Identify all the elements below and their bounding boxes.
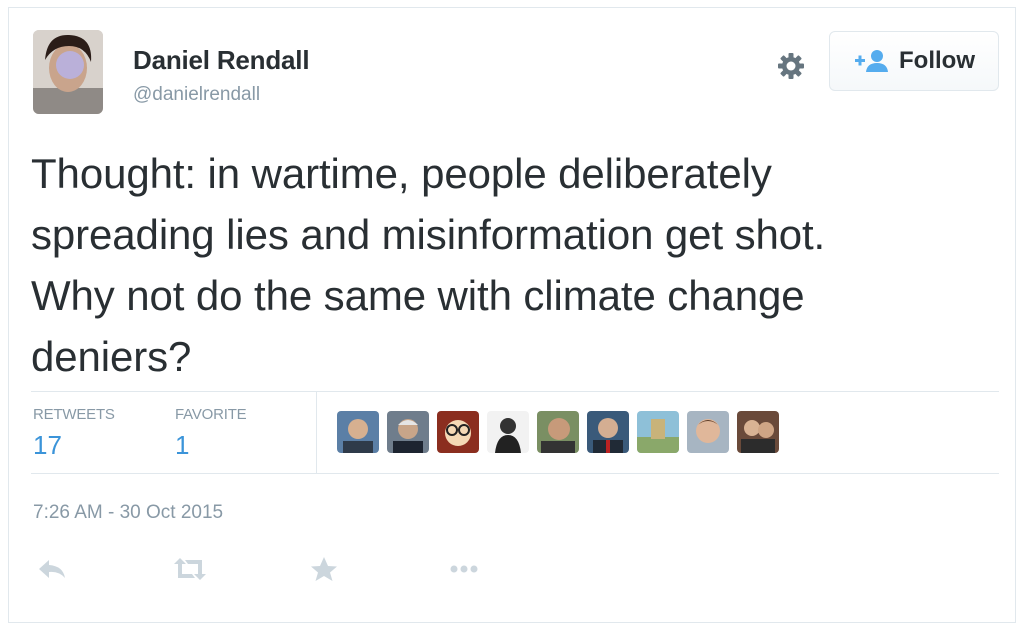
stats-bottom-divider bbox=[31, 473, 999, 474]
tweet-text-line: spreading lies and misinformation get sh… bbox=[31, 211, 826, 258]
engager-avatars bbox=[337, 411, 779, 453]
avatar-4[interactable] bbox=[487, 411, 529, 453]
avatar-6[interactable] bbox=[587, 411, 629, 453]
follow-person-icon bbox=[853, 49, 889, 73]
retweets-count[interactable]: 17 bbox=[33, 430, 62, 461]
reply-icon[interactable] bbox=[37, 556, 67, 582]
retweets-label: RETWEETS bbox=[33, 406, 115, 423]
tweet-text: Thought: in wartime, people deliberately… bbox=[31, 143, 991, 387]
more-icon[interactable] bbox=[449, 556, 479, 582]
favorites-count[interactable]: 1 bbox=[175, 430, 189, 461]
follow-button[interactable]: Follow bbox=[829, 31, 999, 91]
user-avatar[interactable] bbox=[33, 30, 103, 114]
tweet-timestamp[interactable]: 7:26 AM - 30 Oct 2015 bbox=[33, 502, 223, 524]
avatar-7[interactable] bbox=[637, 411, 679, 453]
avatar-2[interactable] bbox=[387, 411, 429, 453]
user-handle[interactable]: @danielrendall bbox=[133, 84, 260, 106]
favorites-label: FAVORITE bbox=[175, 406, 247, 423]
tweet-text-line: deniers? bbox=[31, 333, 192, 380]
tweet-card: Daniel Rendall @danielrendall Follow Tho… bbox=[8, 7, 1016, 623]
gear-icon[interactable] bbox=[775, 50, 807, 82]
avatar-image bbox=[33, 30, 103, 114]
avatar-3[interactable] bbox=[437, 411, 479, 453]
follow-label: Follow bbox=[899, 47, 975, 74]
avatar-1[interactable] bbox=[337, 411, 379, 453]
user-display-name[interactable]: Daniel Rendall bbox=[133, 45, 310, 76]
stats-vertical-divider bbox=[316, 391, 317, 473]
tweet-text-line: Why not do the same with climate change bbox=[31, 272, 805, 319]
favorite-star-icon[interactable] bbox=[309, 556, 339, 582]
avatar-9[interactable] bbox=[737, 411, 779, 453]
tweet-text-line: Thought: in wartime, people deliberately bbox=[31, 150, 772, 197]
stats-top-divider bbox=[31, 391, 999, 392]
avatar-8[interactable] bbox=[687, 411, 729, 453]
avatar-5[interactable] bbox=[537, 411, 579, 453]
retweet-icon[interactable] bbox=[172, 556, 208, 582]
